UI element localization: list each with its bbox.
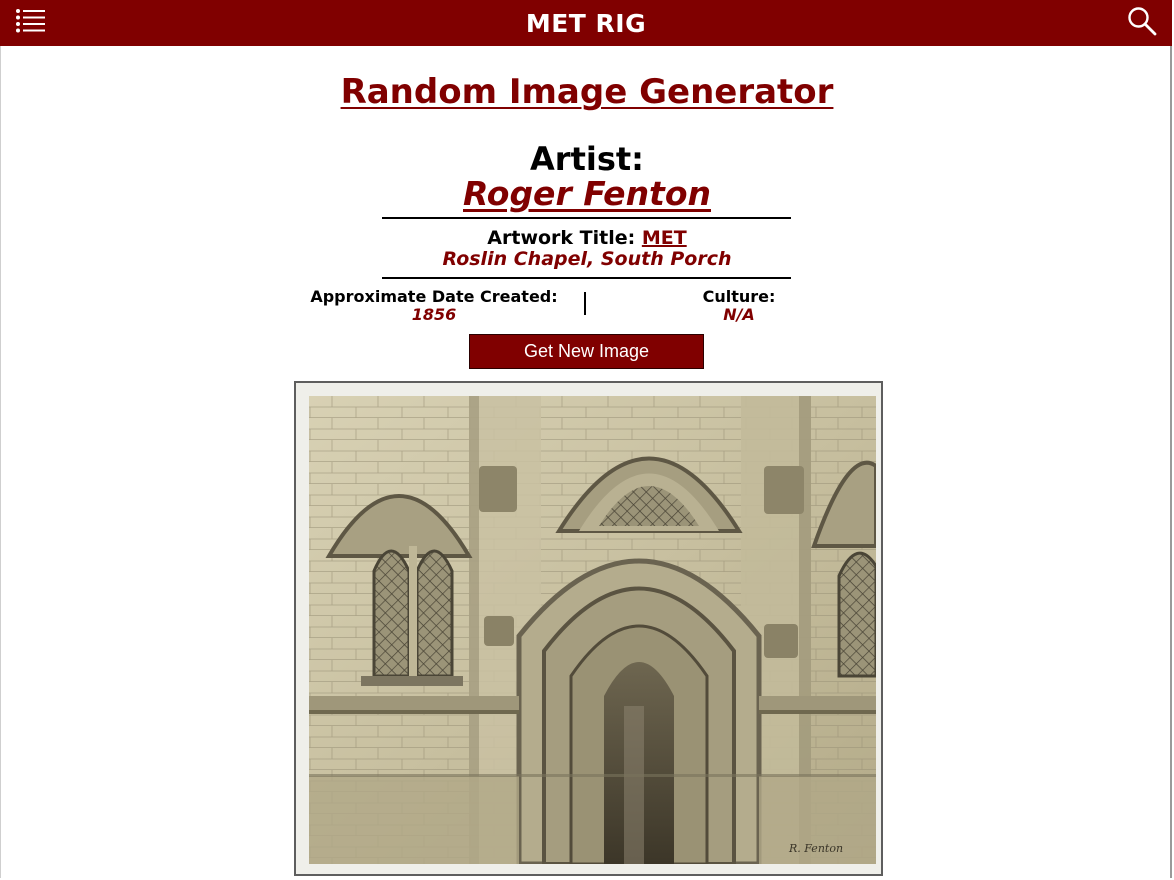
artwork-title: Roslin Chapel, South Porch	[442, 248, 732, 270]
meta-divider	[584, 292, 586, 315]
get-new-image-button[interactable]: Get New Image	[469, 334, 704, 369]
search-icon	[1128, 7, 1157, 36]
top-navbar: MET RIG	[0, 0, 1172, 46]
artist-label: Artist:	[530, 140, 644, 178]
culture-label: Culture:	[702, 287, 776, 306]
artist-name-link[interactable]: Roger Fenton	[0, 174, 1174, 213]
date-created-label: Approximate Date Created:	[310, 287, 558, 306]
divider-top	[382, 217, 791, 219]
culture-value: N/A	[723, 305, 755, 324]
date-created-value: 1856	[411, 305, 457, 324]
artwork-photo[interactable]: R. Fenton	[309, 396, 876, 864]
artwork-title-label: Artwork Title:	[487, 227, 636, 249]
artwork-image-frame: R. Fenton	[294, 381, 883, 876]
culture-block: Culture: N/A	[680, 288, 798, 324]
brand-title[interactable]: MET RIG	[0, 0, 1172, 46]
met-source-link[interactable]: MET	[642, 227, 687, 249]
page-title[interactable]: Random Image Generator	[0, 72, 1174, 112]
divider-bottom	[382, 277, 791, 279]
artwork-title-row: Artwork Title: MET	[0, 227, 1174, 249]
photographer-signature: R. Fenton	[788, 842, 843, 855]
date-created-block: Approximate Date Created: 1856	[310, 288, 558, 324]
search-button[interactable]	[1126, 5, 1158, 37]
